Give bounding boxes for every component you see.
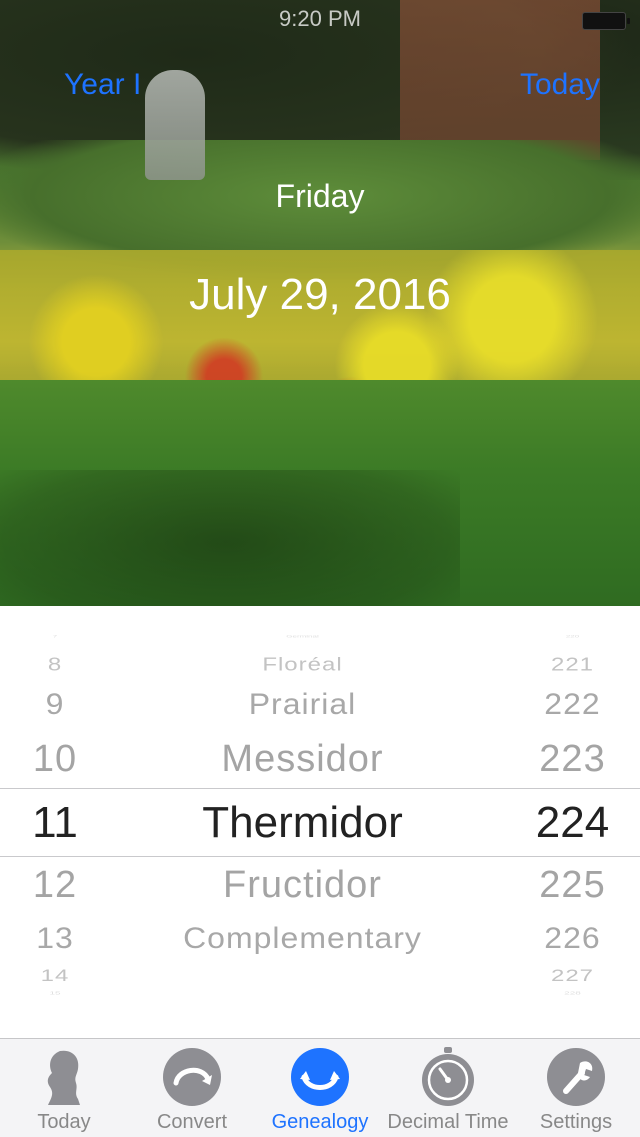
tab-genealogy[interactable]: Genealogy (256, 1039, 384, 1137)
picker-row[interactable]: 9 (0, 687, 110, 721)
picker-row[interactable]: 222 (505, 687, 640, 721)
picker-row[interactable]: 223 (505, 738, 640, 781)
statue-area (145, 70, 205, 180)
date-label: July 29, 2016 (189, 270, 451, 319)
picker-row[interactable]: 226 (505, 921, 640, 955)
month-column[interactable]: Germinal Floréal Prairial Messidor Therm… (130, 606, 475, 1038)
picker-row-selected[interactable]: Thermidor (130, 798, 475, 848)
picker-row[interactable]: 220 (505, 634, 640, 638)
convert-arrow-icon (163, 1048, 221, 1106)
tab-label: Genealogy (271, 1111, 369, 1133)
tab-label: Settings (539, 1111, 613, 1133)
tab-settings[interactable]: Settings (512, 1039, 640, 1137)
tab-decimal-time[interactable]: Decimal Time (384, 1039, 512, 1137)
profile-silhouette-icon (47, 1050, 80, 1105)
picker-row[interactable]: 8 (0, 655, 110, 676)
picker-row[interactable]: Floréal (130, 655, 475, 676)
genealogy-smile-icon (291, 1048, 349, 1106)
picker-row-selected[interactable]: 11 (0, 798, 110, 848)
weekday-label: Friday (275, 178, 365, 214)
number-column[interactable]: 220 221 222 223 224 225 226 227 228 (505, 606, 640, 1038)
battery-icon (582, 12, 630, 30)
picker-row[interactable]: Fructidor (130, 864, 475, 907)
day-column[interactable]: 7 8 9 10 11 12 13 14 15 (0, 606, 110, 1038)
picker-row[interactable]: 13 (0, 921, 110, 955)
tab-convert[interactable]: Convert (128, 1039, 256, 1137)
picker-row[interactable]: 15 (0, 991, 110, 996)
tab-bar: Today Convert Genealogy Decimal Time Set… (0, 1038, 640, 1137)
picker-row[interactable]: 14 (0, 966, 110, 986)
tab-label: Today (37, 1111, 91, 1133)
picker-row[interactable]: Complementary (130, 921, 475, 955)
picker-row[interactable]: Germinal (130, 634, 475, 638)
stopwatch-icon (422, 1047, 474, 1106)
picker-row[interactable]: 225 (505, 864, 640, 907)
picker-row-selected[interactable]: 224 (505, 798, 640, 848)
status-time: 9:20 PM (279, 6, 361, 31)
picker-row[interactable]: Messidor (130, 738, 475, 781)
today-button[interactable]: Today (520, 68, 600, 102)
picker-row[interactable]: 228 (505, 991, 640, 996)
tab-label: Convert (156, 1111, 228, 1133)
picker-row[interactable]: 227 (505, 966, 640, 986)
picker-row[interactable]: 12 (0, 864, 110, 907)
picker-row[interactable]: 221 (505, 655, 640, 676)
picker-row[interactable]: Prairial (130, 687, 475, 721)
tab-today[interactable]: Today (0, 1039, 128, 1137)
wrench-icon (547, 1048, 605, 1106)
picker-row[interactable]: 10 (0, 738, 110, 781)
tab-label: Decimal Time (387, 1111, 509, 1133)
year-button[interactable]: Year I (64, 68, 141, 102)
date-picker[interactable]: 7 8 9 10 11 12 13 14 15 Germinal Floréal… (0, 606, 640, 1038)
shadow-area (0, 470, 460, 606)
picker-row[interactable]: 7 (0, 634, 110, 638)
